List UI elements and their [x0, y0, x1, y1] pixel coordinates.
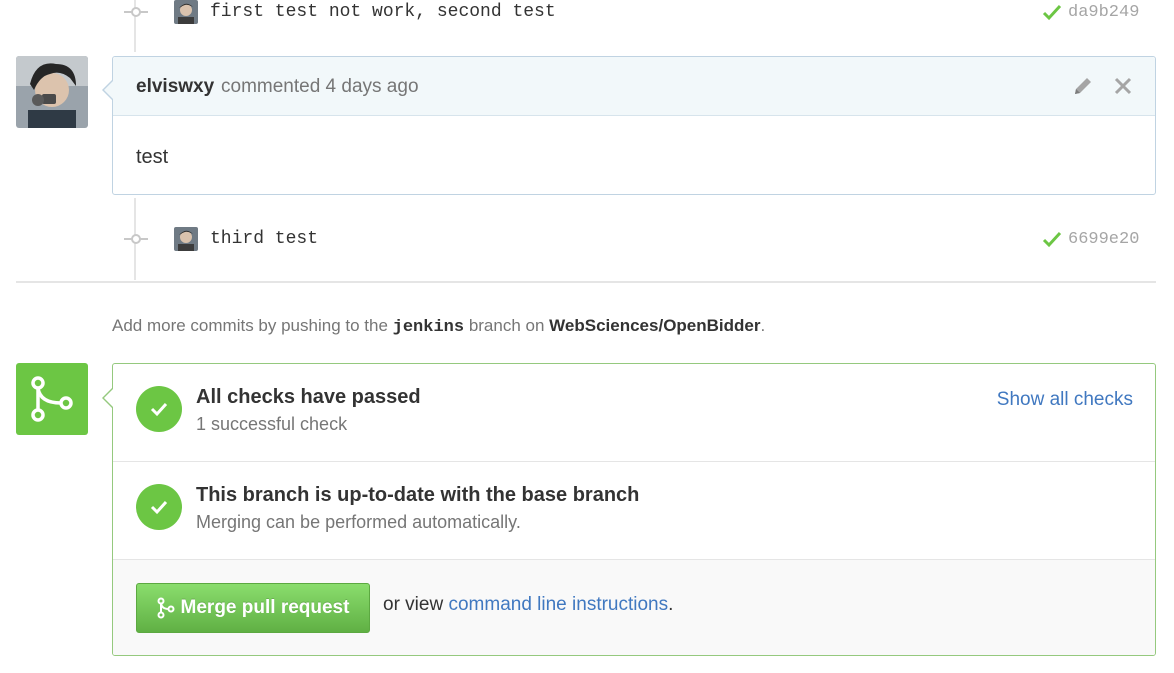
push-hint-suffix: . — [760, 316, 766, 335]
commit-node-icon — [124, 7, 148, 17]
check-circle-icon — [136, 484, 182, 530]
push-hint: Add more commits by pushing to the jenki… — [112, 316, 765, 337]
comment-box: elviswxy commented 4 days ago test — [112, 56, 1156, 195]
comment-pointer-fill — [104, 81, 113, 99]
commit-row: third test 6699e20 — [0, 227, 1174, 257]
commit-node-icon — [124, 234, 148, 244]
close-icon[interactable] — [1111, 74, 1135, 98]
avatar-image — [16, 56, 88, 128]
merge-alt-suffix: . — [668, 594, 674, 615]
commit-message[interactable]: third test — [210, 229, 318, 249]
show-all-checks-link[interactable]: Show all checks — [997, 389, 1133, 411]
merge-box: All checks have passed 1 successful chec… — [112, 363, 1156, 656]
git-merge-icon — [157, 597, 175, 619]
push-hint-middle: branch on — [468, 316, 545, 335]
command-line-instructions-link[interactable]: command line instructions — [448, 594, 668, 615]
pencil-icon[interactable] — [1071, 74, 1095, 98]
commit-sha[interactable]: da9b249 — [1068, 3, 1139, 22]
avatar-image — [174, 227, 198, 251]
commit-sha[interactable]: 6699e20 — [1068, 230, 1139, 249]
commit-author-avatar[interactable] — [174, 0, 198, 24]
checks-status: All checks have passed 1 successful chec… — [113, 364, 1155, 462]
comment-timestamp[interactable]: commented 4 days ago — [221, 76, 419, 98]
merge-actions: Merge pull request or view command line … — [113, 560, 1155, 655]
branch-status-subtitle: Merging can be performed automatically. — [196, 512, 521, 532]
branch-status: This branch is up-to-date with the base … — [113, 462, 1155, 560]
comment-author-avatar[interactable] — [16, 56, 88, 128]
merge-pull-request-button[interactable]: Merge pull request — [136, 583, 370, 633]
comment-author[interactable]: elviswxy — [136, 76, 214, 98]
merge-button-label: Merge pull request — [180, 597, 350, 618]
repo-name: WebSciences/OpenBidder — [549, 316, 761, 335]
commit-row: first test not work, second test da9b249 — [0, 0, 1174, 30]
merge-alt-prefix: or view — [383, 594, 444, 615]
comment-header: elviswxy commented 4 days ago — [113, 57, 1155, 116]
commit-message[interactable]: first test not work, second test — [210, 2, 556, 22]
branch-name: jenkins — [392, 318, 465, 337]
timeline-divider — [16, 281, 1156, 283]
push-hint-prefix: Add more commits by pushing to the — [112, 316, 388, 335]
avatar-image — [174, 0, 198, 24]
checks-subtitle: 1 successful check — [196, 414, 348, 434]
branch-status-title: This branch is up-to-date with the base … — [196, 484, 640, 506]
checks-title: All checks have passed — [196, 386, 421, 408]
check-icon[interactable] — [1042, 229, 1062, 249]
check-circle-icon — [136, 386, 182, 432]
merge-pointer-fill — [104, 389, 113, 407]
commit-author-avatar[interactable] — [174, 227, 198, 251]
git-merge-icon — [16, 363, 88, 435]
comment-body: test — [136, 146, 169, 168]
merge-alternative: or view command line instructions. — [383, 594, 673, 616]
check-icon[interactable] — [1042, 2, 1062, 22]
